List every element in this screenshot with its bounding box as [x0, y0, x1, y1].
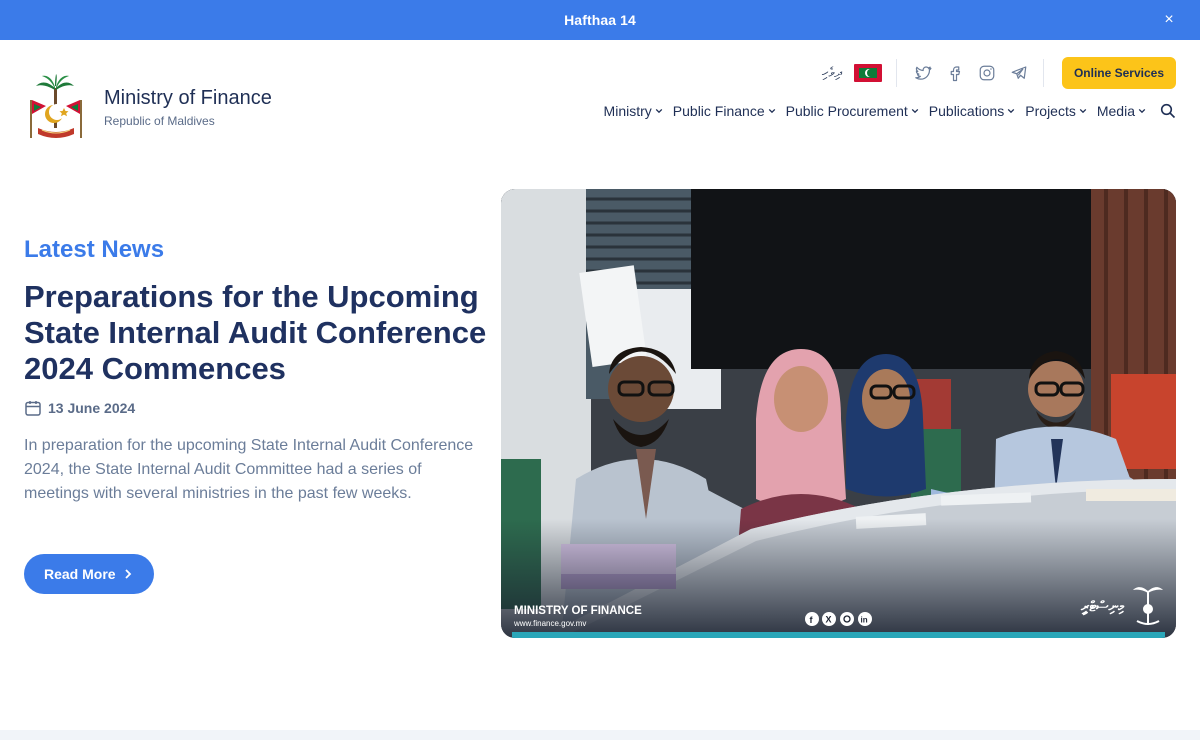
nav-item-media[interactable]: Media — [1097, 103, 1146, 119]
nav-item-label: Ministry — [603, 103, 652, 119]
image-caption-title: MINISTRY OF FINANCE — [514, 605, 642, 617]
nav-item-label: Public Procurement — [785, 103, 908, 119]
search-icon[interactable] — [1160, 103, 1176, 119]
chevron-down-icon — [1079, 108, 1087, 114]
language-switch-link[interactable]: ދިވެހި — [822, 65, 842, 81]
close-icon[interactable]: × — [1160, 11, 1178, 29]
brand-title[interactable]: Ministry of Finance — [104, 87, 272, 110]
section-label: Latest News — [24, 236, 165, 263]
news-excerpt: In preparation for the upcoming State In… — [24, 437, 474, 502]
nav-item-publications[interactable]: Publications — [929, 103, 1016, 119]
news-headline[interactable]: Preparations for the Upcoming State Inte… — [24, 279, 494, 387]
chevron-down-icon — [1008, 108, 1015, 114]
news-date: 13 June 2024 — [24, 399, 135, 417]
chevron-right-icon — [124, 569, 131, 579]
maldives-emblem-icon[interactable] — [24, 74, 88, 144]
footer-band — [0, 730, 1200, 740]
online-services-button[interactable]: Online Services — [1061, 57, 1176, 89]
svg-text:X: X — [826, 615, 832, 625]
read-more-button[interactable]: Read More — [24, 554, 154, 594]
instagram-icon[interactable] — [976, 62, 998, 84]
read-more-label: Read More — [44, 566, 116, 582]
twitter-icon[interactable] — [912, 62, 934, 84]
chevron-down-icon — [655, 108, 663, 114]
nav-item-projects[interactable]: Projects — [1025, 103, 1087, 119]
announcement-bar: Hafthaa 14 × — [0, 0, 1200, 40]
site-header: Ministry of Finance Republic of Maldives… — [0, 40, 1200, 152]
nav-item-label: Projects — [1025, 103, 1076, 119]
facebook-icon[interactable] — [944, 62, 966, 84]
main-nav: Ministry Public Finance Public Procureme… — [594, 100, 1176, 122]
telegram-icon[interactable] — [1008, 62, 1030, 84]
news-image[interactable]: MINISTRY OF FINANCE www.finance.gov.mv f… — [501, 189, 1176, 638]
image-caption-url: www.finance.gov.mv — [513, 619, 586, 628]
nav-item-label: Public Finance — [672, 103, 765, 119]
maldives-flag-icon — [853, 64, 882, 82]
nav-item-public-finance[interactable]: Public Finance — [673, 103, 776, 119]
divider — [895, 59, 897, 87]
announcement-text: Hafthaa 14 — [564, 12, 636, 28]
utility-bar: ދިވެހި Online Services — [822, 57, 1176, 89]
chevron-down-icon — [911, 108, 919, 114]
image-caption-dhivehi: މިނިސްޓްރީ — [1080, 599, 1125, 616]
nav-item-public-procurement[interactable]: Public Procurement — [786, 103, 919, 119]
divider — [1042, 59, 1044, 87]
brand-subtitle: Republic of Maldives — [104, 114, 215, 128]
calendar-icon — [25, 401, 41, 416]
nav-item-ministry[interactable]: Ministry — [604, 103, 663, 119]
date-text: 13 June 2024 — [48, 400, 136, 416]
nav-item-label: Publications — [928, 103, 1005, 119]
chevron-down-icon — [1138, 108, 1146, 114]
chevron-down-icon — [768, 108, 775, 114]
svg-text:in: in — [861, 616, 868, 625]
nav-item-label: Media — [1096, 103, 1135, 119]
